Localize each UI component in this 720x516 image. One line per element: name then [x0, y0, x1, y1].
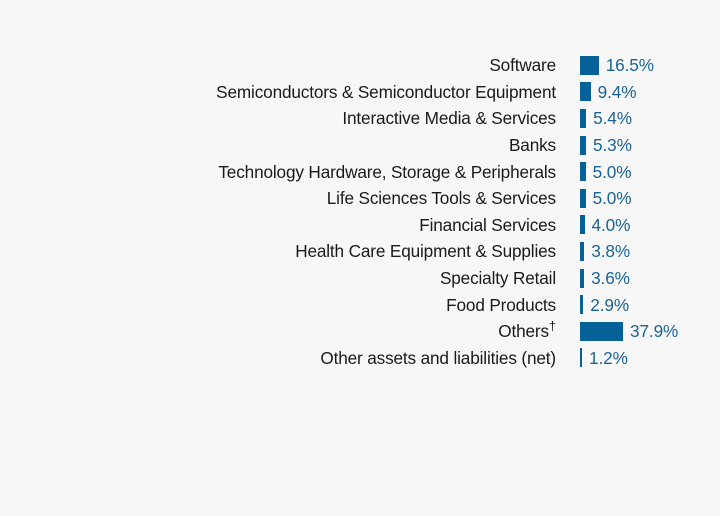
chart-row: Technology Hardware, Storage & Periphera… — [0, 158, 720, 185]
chart-row: Banks 5.3% — [0, 132, 720, 159]
value-bar — [580, 348, 582, 368]
value-label: 2.9% — [590, 294, 630, 315]
chart-row: Others† 37.9% — [0, 318, 720, 345]
value-bar — [580, 268, 585, 288]
sector-allocation-bar-chart: Software 16.5% Semiconductors & Semiconduc… — [0, 0, 720, 516]
category-label: Semiconductors & Semiconductor Equipment — [216, 81, 556, 102]
chart-row: Specialty Retail 3.6% — [0, 265, 720, 292]
category-label: Life Sciences Tools & Services — [326, 188, 556, 209]
value-bar — [580, 295, 584, 315]
category-label: Other assets and liabilities (net) — [320, 347, 556, 368]
category-label: Financial Services — [419, 214, 556, 235]
value-label: 4.0% — [591, 214, 631, 235]
value-bar — [580, 321, 623, 341]
bar-zone: 3.6% — [556, 265, 720, 292]
bar-zone: 3.8% — [556, 238, 720, 265]
category-label: Interactive Media & Services — [342, 108, 556, 129]
value-label: 3.6% — [591, 268, 630, 289]
value-bar — [580, 241, 585, 261]
chart-row: Interactive Media & Services 5.4% — [0, 105, 720, 132]
value-bar — [580, 215, 585, 235]
value-bar — [580, 135, 586, 155]
chart-rows: Software 16.5% Semiconductors & Semiconduc… — [0, 52, 720, 371]
value-bar — [580, 55, 599, 75]
category-label: Others† — [498, 318, 556, 342]
bar-zone: 1.2% — [556, 345, 720, 372]
value-label: 9.4% — [597, 81, 637, 102]
bar-zone: 5.0% — [556, 185, 720, 212]
value-label: 5.3% — [593, 135, 632, 156]
bar-zone: 4.0% — [556, 212, 720, 239]
bar-zone: 2.9% — [556, 291, 720, 318]
value-label: 5.0% — [592, 161, 632, 182]
value-label: 37.9% — [630, 321, 679, 342]
category-label: Specialty Retail — [439, 268, 556, 289]
value-bar — [580, 82, 591, 102]
bar-zone: 16.5% — [556, 52, 720, 79]
bar-zone: 37.9% — [556, 318, 720, 345]
chart-row: Software 16.5% — [0, 52, 720, 79]
category-label: Technology Hardware, Storage & Periphera… — [218, 161, 556, 182]
category-label: Health Care Equipment & Supplies — [295, 241, 556, 262]
value-label: 3.8% — [591, 241, 631, 262]
bar-zone: 5.4% — [556, 105, 720, 132]
chart-row: Food Products 2.9% — [0, 291, 720, 318]
category-label: Food Products — [446, 294, 556, 315]
chart-row: Other assets and liabilities (net) 1.2% — [0, 345, 720, 372]
chart-row: Health Care Equipment & Supplies 3.8% — [0, 238, 720, 265]
chart-row: Financial Services 4.0% — [0, 212, 720, 239]
value-bar — [580, 188, 586, 208]
bar-zone: 9.4% — [556, 79, 720, 106]
value-bar — [580, 162, 586, 182]
chart-row: Semiconductors & Semiconductor Equipment… — [0, 79, 720, 106]
bar-zone: 5.0% — [556, 158, 720, 185]
value-label: 5.4% — [593, 108, 632, 129]
chart-row: Life Sciences Tools & Services 5.0% — [0, 185, 720, 212]
value-label: 16.5% — [605, 55, 654, 76]
value-label: 1.2% — [589, 347, 628, 368]
dagger-footnote-marker: † — [548, 318, 556, 334]
category-label: Software — [489, 55, 556, 76]
value-bar — [580, 108, 587, 128]
bar-zone: 5.3% — [556, 132, 720, 159]
value-label: 5.0% — [592, 188, 632, 209]
category-label: Banks — [508, 135, 556, 156]
